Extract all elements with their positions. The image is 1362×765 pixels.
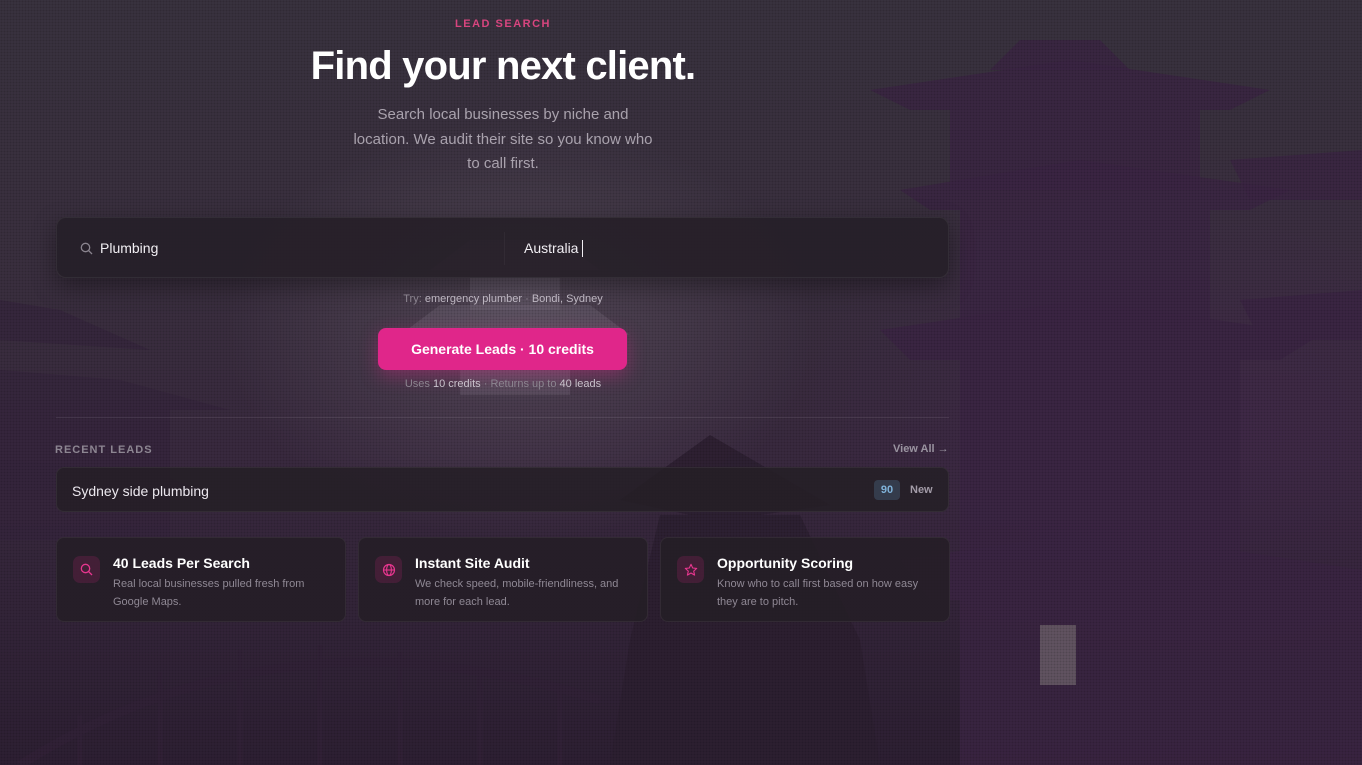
feature-title: Instant Site Audit	[415, 555, 530, 571]
credits-info: Uses 10 credits · Returns up to 40 leads	[0, 378, 1006, 390]
try-separator: ·	[522, 293, 532, 305]
lead-score-badge: 90	[874, 480, 900, 500]
star-icon	[677, 556, 704, 583]
recent-lead-row[interactable]: Sydney side plumbing 90 New	[56, 467, 949, 512]
location-input[interactable]	[524, 218, 924, 277]
feature-title: 40 Leads Per Search	[113, 555, 250, 571]
try-prefix: Try:	[403, 293, 422, 305]
feature-card-audit: Instant Site Audit We check speed, mobil…	[358, 537, 648, 622]
view-all-link[interactable]: View All →	[893, 443, 949, 455]
section-divider	[56, 417, 949, 418]
feature-description: Real local businesses pulled fresh from …	[113, 578, 305, 608]
uses-leads: 40 leads	[559, 378, 602, 390]
niche-input[interactable]	[100, 218, 500, 277]
lead-name: Sydney side plumbing	[72, 483, 209, 499]
recent-leads-heading: RECENT LEADS	[55, 444, 153, 456]
eyebrow-label: LEAD SEARCH	[455, 18, 551, 30]
try-location-example[interactable]: Bondi, Sydney	[532, 293, 603, 305]
globe-icon	[375, 556, 402, 583]
try-suggestion: Try: emergency plumber · Bondi, Sydney	[0, 293, 1006, 305]
lead-search-page: LEAD SEARCH Find your next client. Searc…	[0, 0, 1362, 765]
search-bar	[56, 217, 949, 278]
search-divider	[504, 232, 505, 265]
feature-title: Opportunity Scoring	[717, 555, 854, 571]
uses-mid: · Returns up to	[480, 378, 560, 390]
page-title: Find your next client.	[310, 44, 696, 88]
feature-description: We check speed, mobile-friendliness, and…	[415, 578, 619, 608]
generate-leads-button[interactable]: Generate Leads · 10 credits	[378, 328, 627, 370]
text-caret	[582, 240, 583, 257]
feature-description: Know who to call first based on how easy…	[717, 578, 919, 608]
search-icon	[80, 242, 93, 255]
page-subtitle: Search local businesses by niche and loc…	[353, 106, 653, 172]
feature-card-scoring: Opportunity Scoring Know who to call fir…	[660, 537, 950, 622]
search-icon	[73, 556, 100, 583]
uses-credits: 10 credits	[432, 378, 481, 390]
try-niche-example[interactable]: emergency plumber	[425, 293, 522, 305]
feature-card-leads: 40 Leads Per Search Real local businesse…	[56, 537, 346, 622]
lead-status: New	[910, 484, 933, 496]
uses-prefix: Uses	[404, 378, 433, 390]
